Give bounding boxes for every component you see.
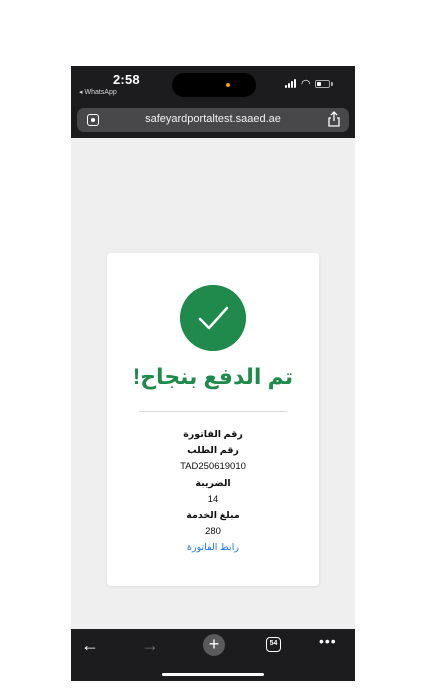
ellipsis-icon[interactable]: ••• [319,633,337,649]
checkmark-icon [180,285,246,351]
browser-address-area: safeyardportaltest.saaed.ae [71,106,355,138]
privacy-indicator-icon [226,83,230,87]
wifi-icon: ◠ [301,78,311,90]
divider [139,411,287,412]
invoice-number-label: رقم الفاتورة [183,429,243,440]
battery-tip [331,82,333,86]
tax-label: الضريبة [195,477,231,489]
back-arrow-icon[interactable]: ← [81,635,99,656]
forward-arrow-icon[interactable]: → [141,635,159,656]
payment-details: رقم الفاتورة رقم الطلب TAD250619010 الضر… [107,427,319,557]
invoice-link[interactable]: رابط الفاتورة [107,540,319,556]
address-bar[interactable]: safeyardportaltest.saaed.ae [77,108,349,132]
tax-value: 14 [207,493,219,505]
status-time: 2:58 [113,72,140,87]
share-icon[interactable] [327,111,341,127]
url-text[interactable]: safeyardportaltest.saaed.ae [77,113,349,125]
status-bar: 2:58 ◂ WhatsApp ◠ [71,66,355,106]
service-amount-label: مبلغ الخدمة [186,510,240,522]
home-indicator[interactable] [162,673,264,676]
payment-success-title: تم الدفع بنجاح! [132,364,294,389]
service-amount-value: 280 [205,526,221,538]
dynamic-island [172,73,256,97]
payment-success-card: تم الدفع بنجاح! رقم الفاتورة رقم الطلب T… [107,253,319,586]
page-content: تم الدفع بنجاح! رقم الفاتورة رقم الطلب T… [71,138,355,629]
browser-toolbar: ← → + 54 ••• [71,629,355,681]
system-icons: ◠ [285,78,345,90]
phone-screen: 2:58 ◂ WhatsApp ◠ safeyardportaltest.saa… [71,66,355,681]
order-number-label: رقم الطلب [187,445,239,457]
plus-icon[interactable]: + [203,634,225,656]
order-number-value: TAD250619010 [180,461,246,473]
cellular-signal-icon [285,79,297,88]
back-to-app-link[interactable]: ◂ WhatsApp [79,88,117,96]
battery-icon [315,80,330,88]
tabs-icon[interactable]: 54 [266,637,281,652]
